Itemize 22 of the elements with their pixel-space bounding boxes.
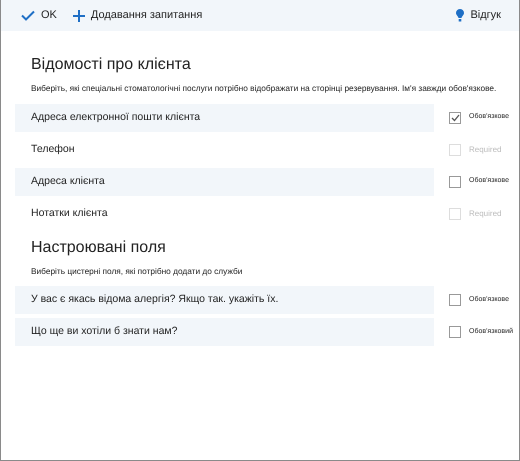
field-label: Адреса клієнта [15, 168, 434, 196]
required-label: Required [469, 208, 502, 220]
required-checkbox[interactable] [449, 176, 461, 188]
required-checkbox[interactable] [449, 326, 461, 338]
required-label: Required [469, 144, 502, 156]
add-question-button[interactable]: Додавання запитання [72, 7, 202, 24]
feedback-button[interactable]: Відгук [456, 7, 501, 24]
section-description: Виберіть, які спеціальні стоматологічні послуги потрібно відображати на сторінці резервування. Ім'я завжди обов'язкове. [30, 82, 498, 95]
required-checkbox[interactable] [449, 112, 461, 124]
field-label: Що ще ви хотіли б знати нам? [15, 318, 434, 346]
field-label: Адреса електронної пошти клієнта [15, 104, 434, 132]
check-icon [21, 10, 35, 21]
plus-icon [72, 10, 85, 22]
field-label: У вас є якась відома алергія? Якщо так. укажіть їх. [15, 286, 434, 314]
field-label: Нотатки клієнта [30, 206, 109, 221]
ok-button[interactable]: OK [21, 7, 57, 24]
section-heading: Відомості про клієнта [30, 55, 192, 74]
section-heading: Настроювані поля [30, 238, 167, 257]
required-checkbox[interactable] [449, 294, 461, 306]
field-label: Телефон [30, 142, 76, 157]
lightbulb-icon [456, 9, 464, 22]
section-description: Виберіть цистерні поля, які потрібно додати до служби [30, 264, 244, 278]
